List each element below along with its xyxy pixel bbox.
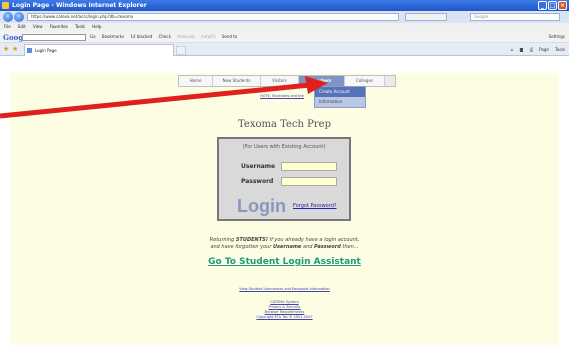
nav-visitors[interactable]: Visitors	[261, 76, 299, 86]
page-icon	[27, 48, 32, 53]
search-input[interactable]: Google	[470, 13, 560, 21]
tools-menu[interactable]: Tools	[555, 47, 565, 52]
check-button[interactable]: Check	[159, 34, 171, 39]
menu-file[interactable]: File	[4, 24, 11, 29]
autolink-button[interactable]: AutoLink	[177, 34, 194, 39]
forgotten-prefix: and have forgotten your	[210, 244, 273, 250]
page-menu[interactable]: Page	[539, 47, 549, 52]
address-row: ‹ › https://www.catexa.net/accs/login.ph…	[0, 11, 569, 23]
window-controls: _ □ ×	[538, 1, 567, 10]
tab-label: Login Page	[35, 48, 57, 53]
window-title: Login Page - Windows Internet Explorer	[12, 2, 147, 9]
command-bar: ⌂ ◙ ⎙ Page Tools	[506, 43, 565, 56]
tab-login-page[interactable]: Login Page	[24, 44, 174, 56]
menu-edit[interactable]: Edit	[18, 24, 26, 29]
back-arrow-icon[interactable]: ‹	[3, 12, 13, 22]
student-login-assistant-link[interactable]: Go To Student Login Assistant	[0, 257, 569, 267]
google-toolbar: Google Go Bookmarks 14 blocked Check Aut…	[0, 31, 569, 43]
username-bold: Username	[273, 244, 302, 250]
new-tab-button[interactable]	[176, 46, 186, 55]
feeds-icon[interactable]: ◙	[520, 47, 524, 52]
returning-suffix: If you already have a login account,	[268, 237, 360, 243]
menu-bar: File Edit View Favorites Tools Help	[0, 23, 569, 31]
nav-new-students[interactable]: New Students	[213, 76, 261, 86]
login-button[interactable]: Login	[237, 196, 286, 217]
password-label: Password	[241, 178, 274, 185]
ie-icon	[2, 2, 9, 9]
window-titlebar: Login Page - Windows Internet Explorer _…	[0, 0, 569, 11]
menu-view[interactable]: View	[33, 24, 43, 29]
nav-colleges[interactable]: Colleges	[345, 76, 385, 86]
and-text: and	[301, 244, 315, 250]
popup-blocked-button[interactable]: 14 blocked	[130, 34, 152, 39]
password-field[interactable]	[281, 177, 337, 186]
favorites-star-icon[interactable]: ★	[3, 46, 9, 53]
close-button[interactable]: ×	[558, 1, 567, 10]
autofill-button[interactable]: AutoFill	[201, 34, 216, 39]
menu-help[interactable]: Help	[92, 24, 101, 29]
page-content: Home New Students Visitors Teachers Coll…	[0, 57, 569, 345]
address-tools[interactable]	[405, 13, 447, 21]
bookmarks-button[interactable]: Bookmarks	[102, 34, 124, 39]
username-field[interactable]	[281, 162, 337, 171]
maximize-button[interactable]: □	[548, 1, 557, 10]
address-input[interactable]: https://www.catexa.net/accs/login.php?db…	[27, 13, 399, 21]
password-bold: Password	[314, 244, 341, 250]
menu-tools[interactable]: Tools	[75, 24, 85, 29]
username-label: Username	[241, 163, 276, 170]
google-go-button[interactable]: Go	[90, 34, 96, 39]
forgot-password-link[interactable]: Forgot Password?	[293, 203, 337, 209]
login-note: (For Users with Existing Account)	[242, 144, 326, 150]
sublinks[interactable]: HOTE, Illustrates and the	[222, 94, 342, 98]
returning-prefix: Returning	[209, 237, 236, 243]
login-box: (For Users with Existing Account) Userna…	[217, 137, 351, 221]
returning-students-bold: STUDENTS!	[235, 237, 268, 243]
forward-arrow-icon[interactable]: ›	[14, 12, 24, 22]
minimize-button[interactable]: _	[538, 1, 547, 10]
view-info-link[interactable]: View Student Usernames and Password Info…	[0, 287, 569, 291]
home-icon[interactable]: ⌂	[511, 47, 514, 52]
site-title: Texoma Tech Prep	[238, 119, 331, 130]
dropdown-information[interactable]: Information	[315, 97, 365, 107]
nav-teachers[interactable]: Teachers	[299, 76, 345, 86]
footer-links: CATEMA System Privacy & Security Browser…	[0, 300, 569, 320]
nav-home[interactable]: Home	[179, 76, 213, 86]
tab-row: ★ ★ Login Page ⌂ ◙ ⎙ Page Tools	[0, 43, 569, 56]
print-icon[interactable]: ⎙	[530, 47, 533, 52]
footer-copyright-link[interactable]: Copyright ETA Tec ® 2001-2007	[0, 315, 569, 320]
then-text: then...	[340, 244, 359, 250]
returning-students-text: Returning STUDENTS! If you already have …	[0, 237, 569, 251]
send-to-button[interactable]: Send to	[222, 34, 237, 39]
google-search-input[interactable]	[22, 34, 86, 41]
add-favorite-icon[interactable]: ★	[12, 46, 18, 53]
menu-favorites[interactable]: Favorites	[50, 24, 68, 29]
settings-button[interactable]: Settings	[549, 31, 565, 43]
